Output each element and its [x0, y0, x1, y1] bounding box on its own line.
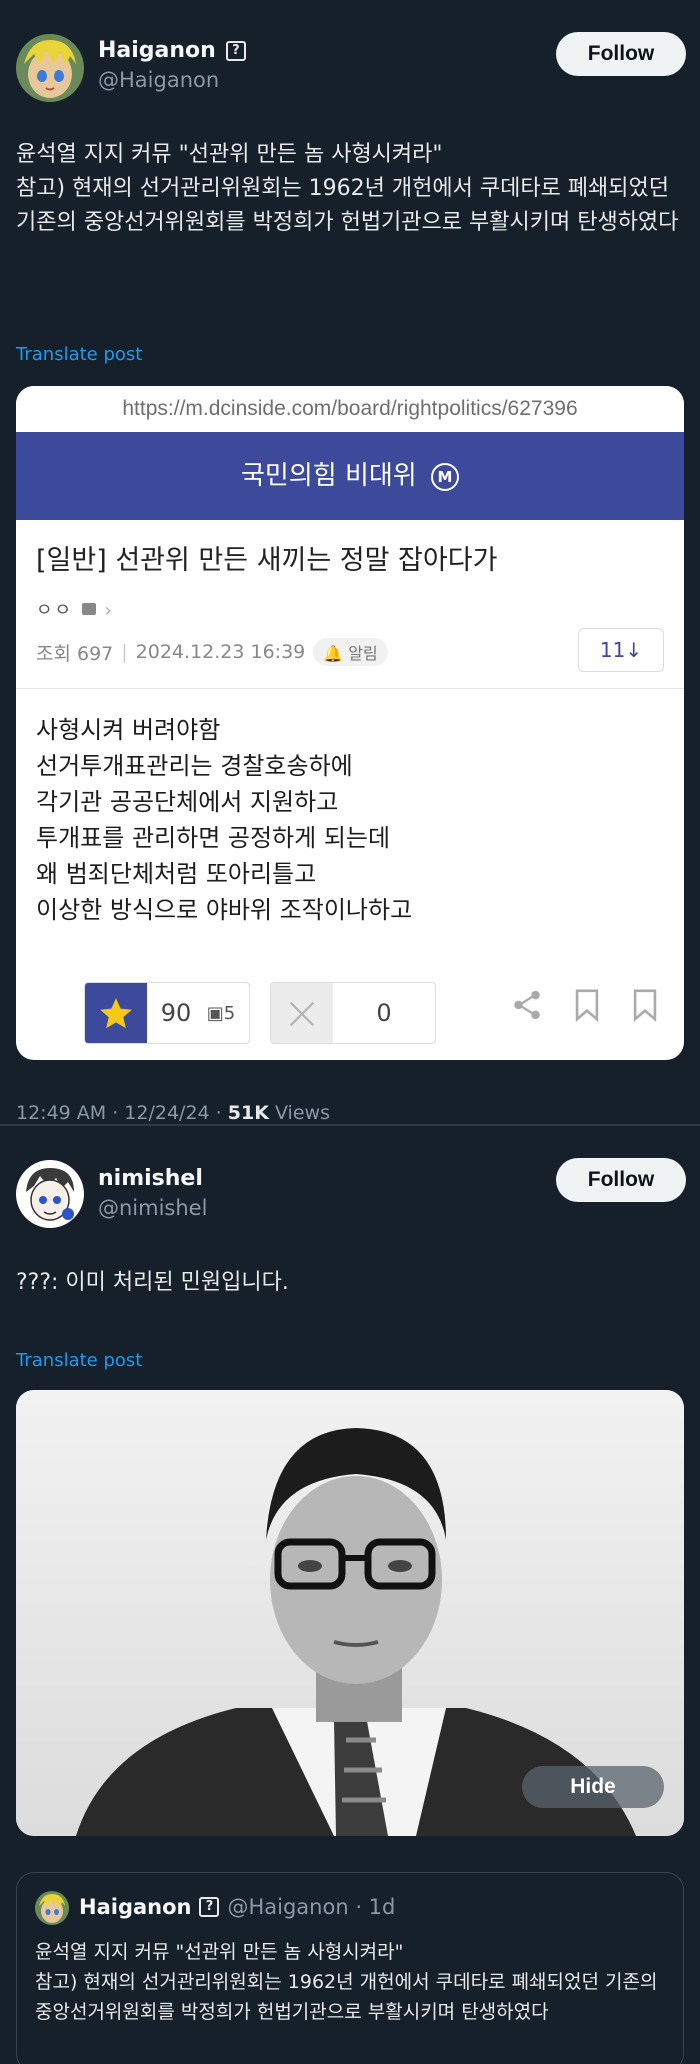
card-body: 사형시켜 버려야함 선거투개표관리는 경찰호송하에 각기관 공공단체에서 지원하… — [36, 716, 413, 924]
avatar — [35, 1891, 69, 1925]
card-author: ㅇㅇ — [36, 600, 74, 621]
avatar[interactable] — [16, 1160, 84, 1228]
recommend-count: 90 — [160, 999, 192, 1027]
author-name[interactable]: nimishel — [98, 1166, 203, 1191]
recommend-counts: 90 ▣5 — [147, 983, 249, 1043]
banner-title: 국민의힘 비대위 — [241, 461, 417, 491]
m-badge-icon: M — [430, 462, 459, 491]
chevron-right-icon: › — [104, 600, 114, 621]
card-title: [일반] 선관위 만든 새끼는 정말 잡아다가 — [36, 545, 498, 576]
star-icon — [85, 983, 147, 1043]
divider — [16, 688, 684, 689]
image-icon — [81, 600, 105, 621]
quote-author-name: Haiganon — [79, 1895, 192, 1919]
card-meta: 조회 697 | 2024.12.23 16:39 🔔 알림 — [36, 638, 388, 666]
card-author-row: ㅇㅇ › — [36, 596, 114, 622]
cross-icon — [271, 983, 333, 1043]
downvote-box: 0 — [270, 982, 436, 1044]
share-icon — [510, 988, 544, 1026]
quote-header: Haiganon ? @Haiganon · 1d — [79, 1895, 395, 1919]
divider — [0, 1124, 700, 1126]
vote-row: 90 ▣5 0 — [84, 982, 436, 1044]
avatar-cartoon-icon — [16, 34, 84, 102]
question-badge-icon: ? — [199, 1897, 220, 1917]
post-timestamp: 12:49 AM · 12/24/24 · 51K Views — [16, 1102, 330, 1124]
bell-icon: 🔔 — [323, 644, 344, 663]
post-date: 2024.12.23 16:39 — [135, 641, 306, 663]
downvote-count: 0 — [376, 999, 392, 1027]
badge-icon: ▣ — [206, 1002, 224, 1024]
follow-button[interactable]: Follow — [556, 32, 686, 76]
quote-handle-time: @Haiganon · 1d — [227, 1895, 396, 1919]
question-badge-icon: ? — [225, 40, 246, 61]
avatar-cartoon-icon — [35, 1891, 69, 1925]
bookmark-icon — [572, 988, 602, 1026]
post-text: ???: 이미 처리된 민원입니다. — [16, 1270, 289, 1295]
author-name[interactable]: Haiganon ? — [98, 38, 246, 63]
bookmark-icon — [630, 988, 660, 1026]
translate-post-link[interactable]: Translate post — [16, 1350, 142, 1371]
views-count: 51K — [227, 1102, 269, 1124]
screenshot-card[interactable]: https://m.dcinside.com/board/rightpoliti… — [16, 386, 684, 1060]
author-handle[interactable]: @Haiganon — [98, 68, 219, 92]
quote-text: 윤석열 지지 커뮤 "선관위 만든 놈 사형시켜라" 참고) 현재의 선거관리위… — [35, 1941, 658, 2023]
post-text: 윤석열 지지 커뮤 "선관위 만든 놈 사형시켜라" 참고) 현재의 선거관리위… — [16, 142, 679, 235]
comment-count: 11↓ — [578, 628, 664, 672]
card-action-icons — [510, 988, 660, 1026]
alarm-chip: 🔔 알림 — [313, 638, 388, 666]
follow-button[interactable]: Follow — [556, 1158, 686, 1202]
card-banner: 국민의힘 비대위 M — [16, 432, 684, 520]
translate-post-link[interactable]: Translate post — [16, 344, 142, 365]
avatar[interactable] — [16, 34, 84, 102]
card-url: https://m.dcinside.com/board/rightpoliti… — [16, 386, 684, 432]
recommend-box: 90 ▣5 — [84, 982, 250, 1044]
tweet-post-haiganon: Haiganon ? @Haiganon Follow 윤석열 지지 커뮤 "선… — [0, 0, 700, 1124]
avatar-cartoon-icon — [16, 1160, 84, 1228]
view-count: 조회 697 — [36, 642, 114, 665]
fixed-recommend: ▣5 — [206, 1002, 236, 1024]
hide-media-button[interactable]: Hide — [522, 1766, 664, 1808]
author-handle[interactable]: @nimishel — [98, 1196, 207, 1220]
quoted-tweet[interactable]: Haiganon ? @Haiganon · 1d 윤석열 지지 커뮤 "선관위… — [16, 1872, 684, 2064]
